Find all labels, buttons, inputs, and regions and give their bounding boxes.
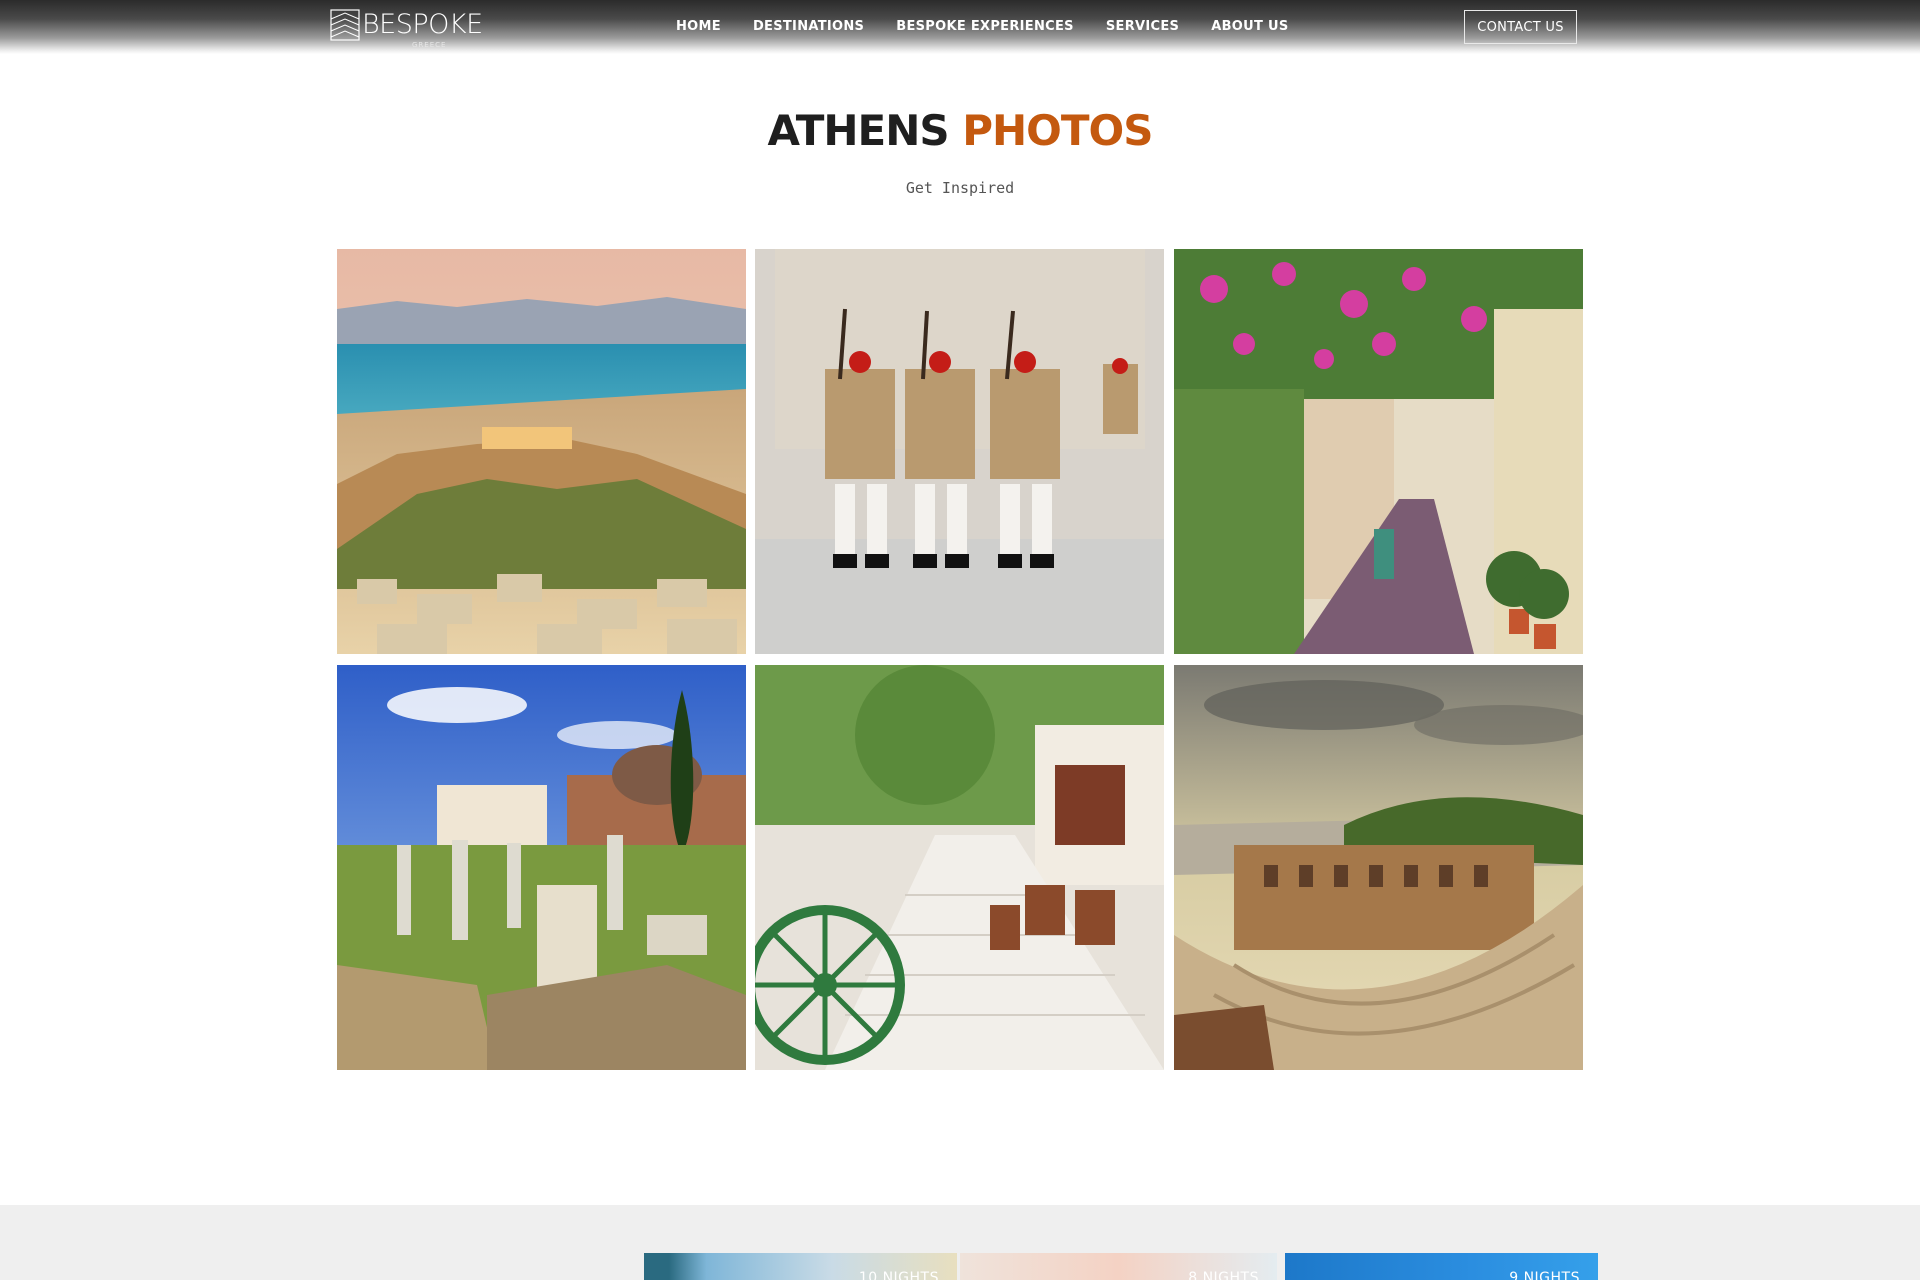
gallery-photo-odeon[interactable] — [1174, 665, 1583, 1070]
offer-card[interactable]: 8 NIGHTS — [960, 1253, 1277, 1280]
nav-services[interactable]: SERVICES — [1106, 19, 1179, 35]
logo-mark-icon — [330, 9, 360, 41]
gallery-photo-taverna-stairs[interactable] — [755, 665, 1164, 1070]
offer-nights-label: 9 NIGHTS — [1509, 1270, 1580, 1280]
gallery-photo-plaka-street[interactable] — [1174, 249, 1583, 654]
nav-destinations[interactable]: DESTINATIONS — [753, 19, 864, 35]
main-nav: HOME DESTINATIONS BESPOKE EXPERIENCES SE… — [676, 19, 1321, 35]
gallery-photo-evzones[interactable] — [755, 249, 1164, 654]
nav-home[interactable]: HOME — [676, 19, 721, 35]
gallery-photo-acropolis[interactable] — [337, 249, 746, 654]
page-subtitle: Get Inspired — [905, 179, 1015, 197]
site-header: BESPOKE GREECE HOME DESTINATIONS BESPOKE… — [0, 0, 1920, 54]
page-title: ATHENS PHOTOS — [0, 106, 1920, 155]
odeon-photo-image — [1174, 665, 1583, 1070]
offer-nights-label: 8 NIGHTS — [1188, 1270, 1259, 1280]
bespoke-logo[interactable]: BESPOKE GREECE — [330, 8, 496, 49]
offer-card[interactable]: 9 NIGHTS — [1285, 1253, 1598, 1280]
evzones-photo-image — [755, 249, 1164, 654]
gallery-photo-roman-agora[interactable] — [337, 665, 746, 1070]
logo-wordmark: BESPOKE — [362, 9, 483, 40]
roman-agora-photo-image — [337, 665, 746, 1070]
nav-bespoke-experiences[interactable]: BESPOKE EXPERIENCES — [896, 19, 1074, 35]
title-athens: ATHENS — [767, 106, 949, 155]
plaka-street-photo-image — [1174, 249, 1583, 654]
contact-us-button[interactable]: CONTACT US — [1464, 10, 1577, 44]
offer-nights-label: 10 NIGHTS — [858, 1270, 939, 1280]
taverna-stairs-photo-image — [755, 665, 1164, 1070]
nav-about-us[interactable]: ABOUT US — [1211, 19, 1288, 35]
acropolis-photo-image — [337, 249, 746, 654]
logo-subtext: GREECE — [412, 41, 447, 49]
title-photos: PHOTOS — [962, 106, 1153, 155]
offer-card[interactable]: 10 NIGHTS — [644, 1253, 957, 1280]
